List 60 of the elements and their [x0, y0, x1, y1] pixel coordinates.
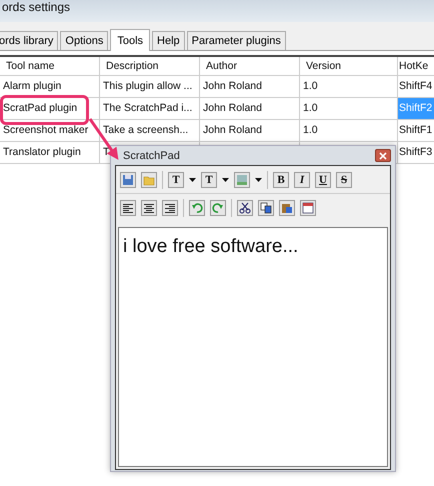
folder-icon — [143, 174, 155, 186]
table-cell: This plugin allow ... — [100, 76, 200, 98]
align-right-button[interactable] — [162, 200, 178, 216]
tab[interactable]: Tools — [110, 29, 150, 51]
align-left-button[interactable] — [120, 200, 136, 216]
table-cell: 1.0 — [300, 120, 398, 142]
copy-button[interactable] — [258, 200, 274, 216]
tab[interactable]: Parameter plugins — [186, 31, 286, 50]
align-left-icon — [122, 202, 134, 214]
table-cell: The ScratchPad i... — [100, 98, 200, 120]
caret-icon — [222, 178, 229, 182]
table-cell: Translator plugin — [0, 142, 100, 164]
undo-button[interactable] — [189, 200, 205, 216]
table-cell: ShiftF3 — [398, 142, 434, 164]
window-button[interactable] — [300, 200, 316, 216]
dialog-title: ScratchPad — [123, 150, 180, 162]
tab[interactable]: Options — [60, 31, 108, 50]
undo-icon — [191, 202, 203, 214]
redo-button[interactable] — [210, 200, 226, 216]
editor-text: i love free software... — [123, 236, 298, 257]
table-cell: ScratPad plugin — [0, 98, 100, 120]
format-button[interactable]: T — [201, 172, 217, 188]
window-title: ords settings — [1, 0, 70, 14]
redo-icon — [212, 202, 224, 214]
scissors-button[interactable] — [237, 200, 253, 216]
caret-icon — [189, 178, 196, 182]
caret-icon — [255, 178, 262, 182]
format-button[interactable]: T — [168, 172, 184, 188]
paste-icon — [281, 202, 293, 214]
table-cell: Take a screensh... — [100, 120, 200, 142]
table-cell: ShiftF2 — [398, 98, 434, 120]
table-cell: John Roland — [200, 76, 300, 98]
format-button[interactable]: S — [336, 172, 352, 188]
format-button[interactable]: I — [294, 172, 310, 188]
floppy-disk-button[interactable] — [120, 172, 136, 188]
format-button[interactable]: B — [273, 172, 289, 188]
column-header[interactable]: Author — [200, 57, 300, 76]
tab[interactable]: Help — [152, 31, 185, 50]
scissors-icon — [239, 202, 251, 214]
close-button[interactable] — [375, 149, 391, 162]
align-right-icon — [164, 202, 176, 214]
window-icon — [302, 202, 314, 214]
copy-icon — [260, 202, 272, 214]
table-cell: John Roland — [200, 98, 300, 120]
column-header[interactable]: Description — [100, 57, 200, 76]
align-center-button[interactable] — [141, 200, 157, 216]
table-cell: Screenshot maker — [0, 120, 100, 142]
color-swatch-icon — [236, 174, 248, 186]
table-cell: 1.0 — [300, 76, 398, 98]
table-cell: John Roland — [200, 120, 300, 142]
column-header[interactable]: Tool name — [0, 57, 100, 76]
align-center-icon — [143, 202, 155, 214]
close-icon — [379, 152, 387, 160]
paste-button[interactable] — [279, 200, 295, 216]
column-header[interactable]: Version — [300, 57, 398, 76]
color-swatch-button[interactable] — [234, 172, 250, 188]
table-cell: Alarm plugin — [0, 76, 100, 98]
format-button[interactable]: U — [315, 172, 331, 188]
text-area[interactable]: i love free software... — [118, 227, 388, 467]
table-cell: ShiftF1 — [398, 120, 434, 142]
